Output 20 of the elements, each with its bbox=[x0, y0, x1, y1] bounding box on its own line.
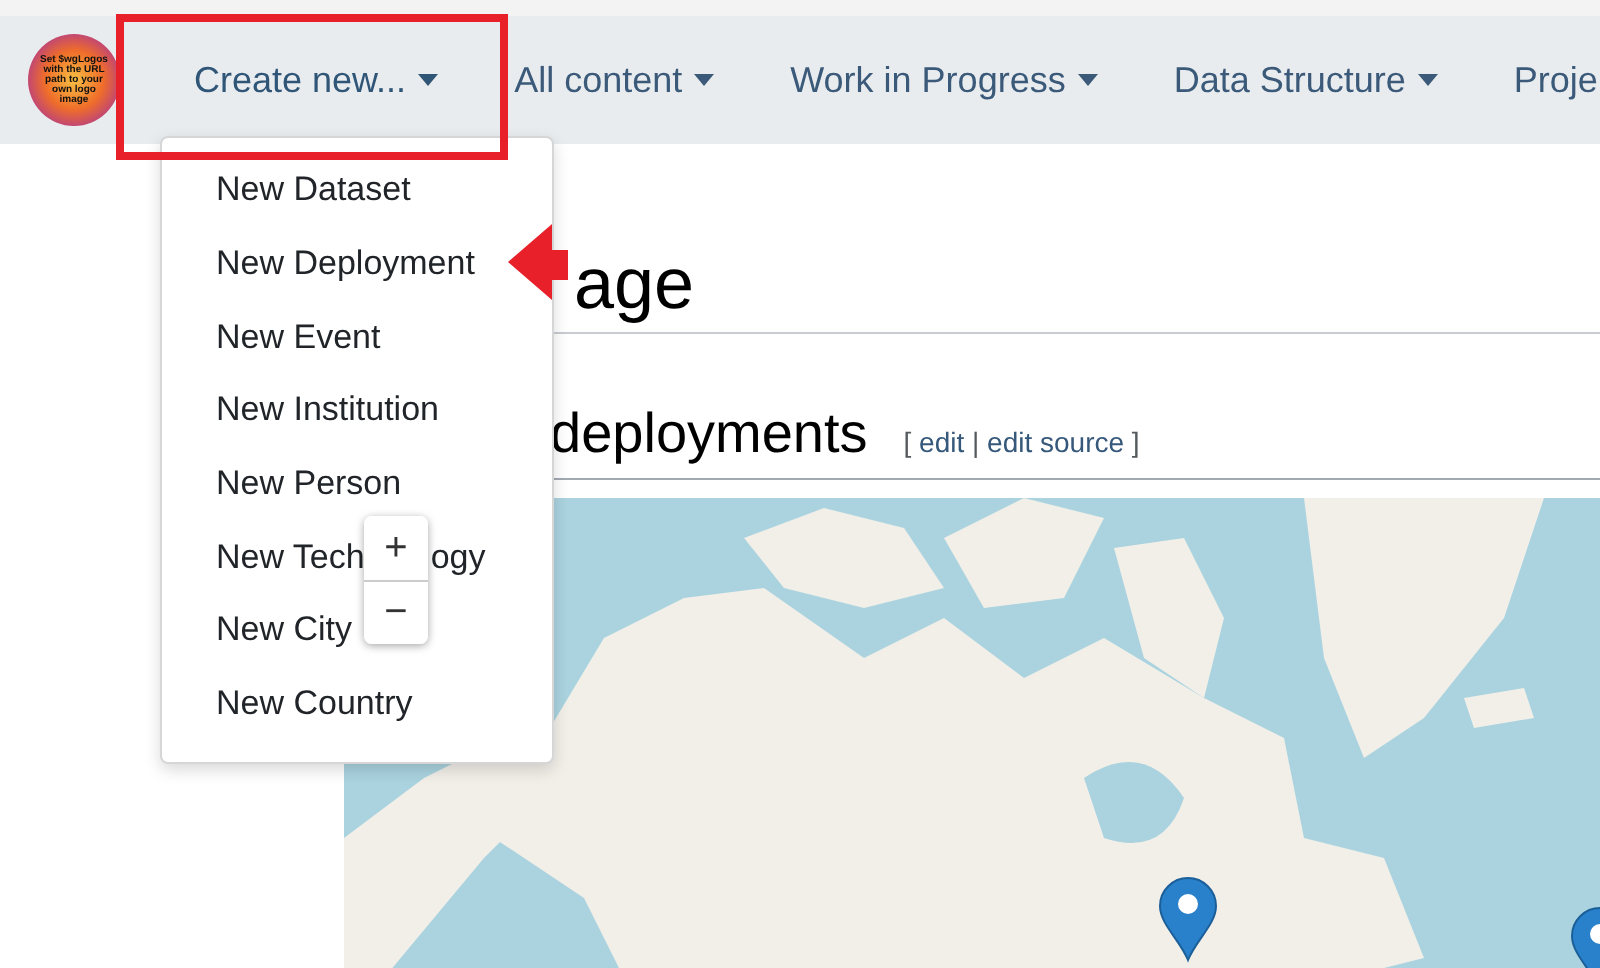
section-heading: deployments bbox=[550, 402, 868, 466]
edit-source-link[interactable]: edit source bbox=[987, 426, 1125, 458]
nav-menu-link[interactable]: Create new... bbox=[194, 59, 439, 101]
dropdown-item-fragment: ogy bbox=[430, 537, 486, 578]
edit-links: [ edit | edit source ] bbox=[903, 426, 1140, 458]
map-marker-icon[interactable] bbox=[1571, 907, 1600, 968]
pointer-arrow bbox=[508, 224, 568, 300]
dropdown-item[interactable]: New Event bbox=[216, 317, 381, 358]
nav-menu-link[interactable]: Work in Progress bbox=[790, 59, 1098, 101]
nav-menu-link[interactable]: Proje bbox=[1513, 59, 1598, 101]
dropdown-item[interactable]: New Dataset bbox=[216, 170, 411, 211]
nav-menu-link[interactable]: Data Structure bbox=[1173, 59, 1438, 101]
dropdown-item[interactable]: New Institution bbox=[216, 390, 439, 431]
zoom-out-button[interactable]: − bbox=[364, 580, 428, 644]
nav-menu-link[interactable]: All content bbox=[514, 59, 715, 101]
zoom-in-button[interactable]: + bbox=[364, 516, 428, 580]
edit-link[interactable]: edit bbox=[919, 426, 965, 458]
page-title: age bbox=[574, 240, 695, 328]
dropdown-item[interactable]: New Deployment bbox=[216, 244, 475, 285]
map-marker-icon[interactable] bbox=[1159, 877, 1217, 961]
